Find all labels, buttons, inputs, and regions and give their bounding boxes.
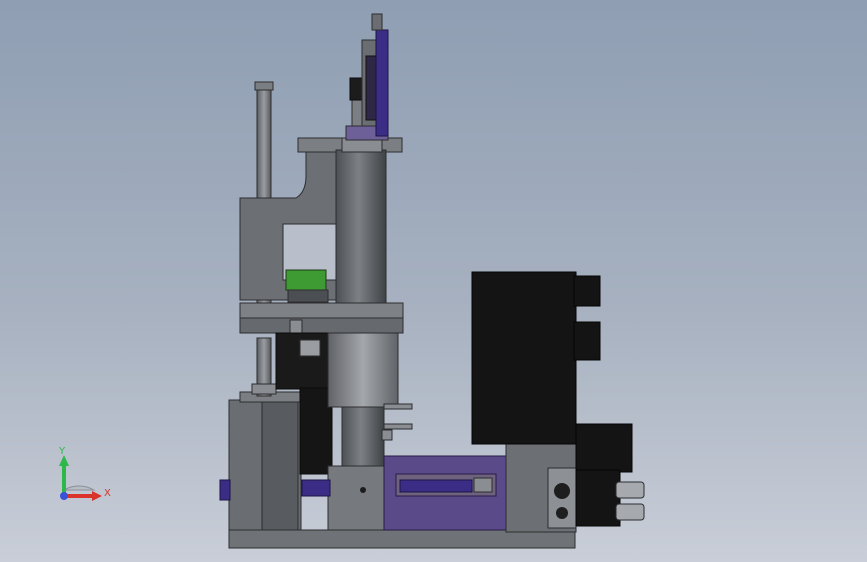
coordinate-triad: Y X [58, 446, 111, 501]
triad-y-label: Y [58, 446, 66, 457]
left-block [228, 391, 303, 531]
cad-viewport[interactable]: Y X [0, 0, 867, 562]
right-housing [383, 443, 577, 533]
main-cylinder [335, 137, 387, 307]
triad-x-label: X [104, 488, 111, 499]
cad-model-view[interactable]: Y X [0, 0, 867, 562]
base-plate [228, 529, 576, 549]
top-gripper [345, 13, 389, 141]
